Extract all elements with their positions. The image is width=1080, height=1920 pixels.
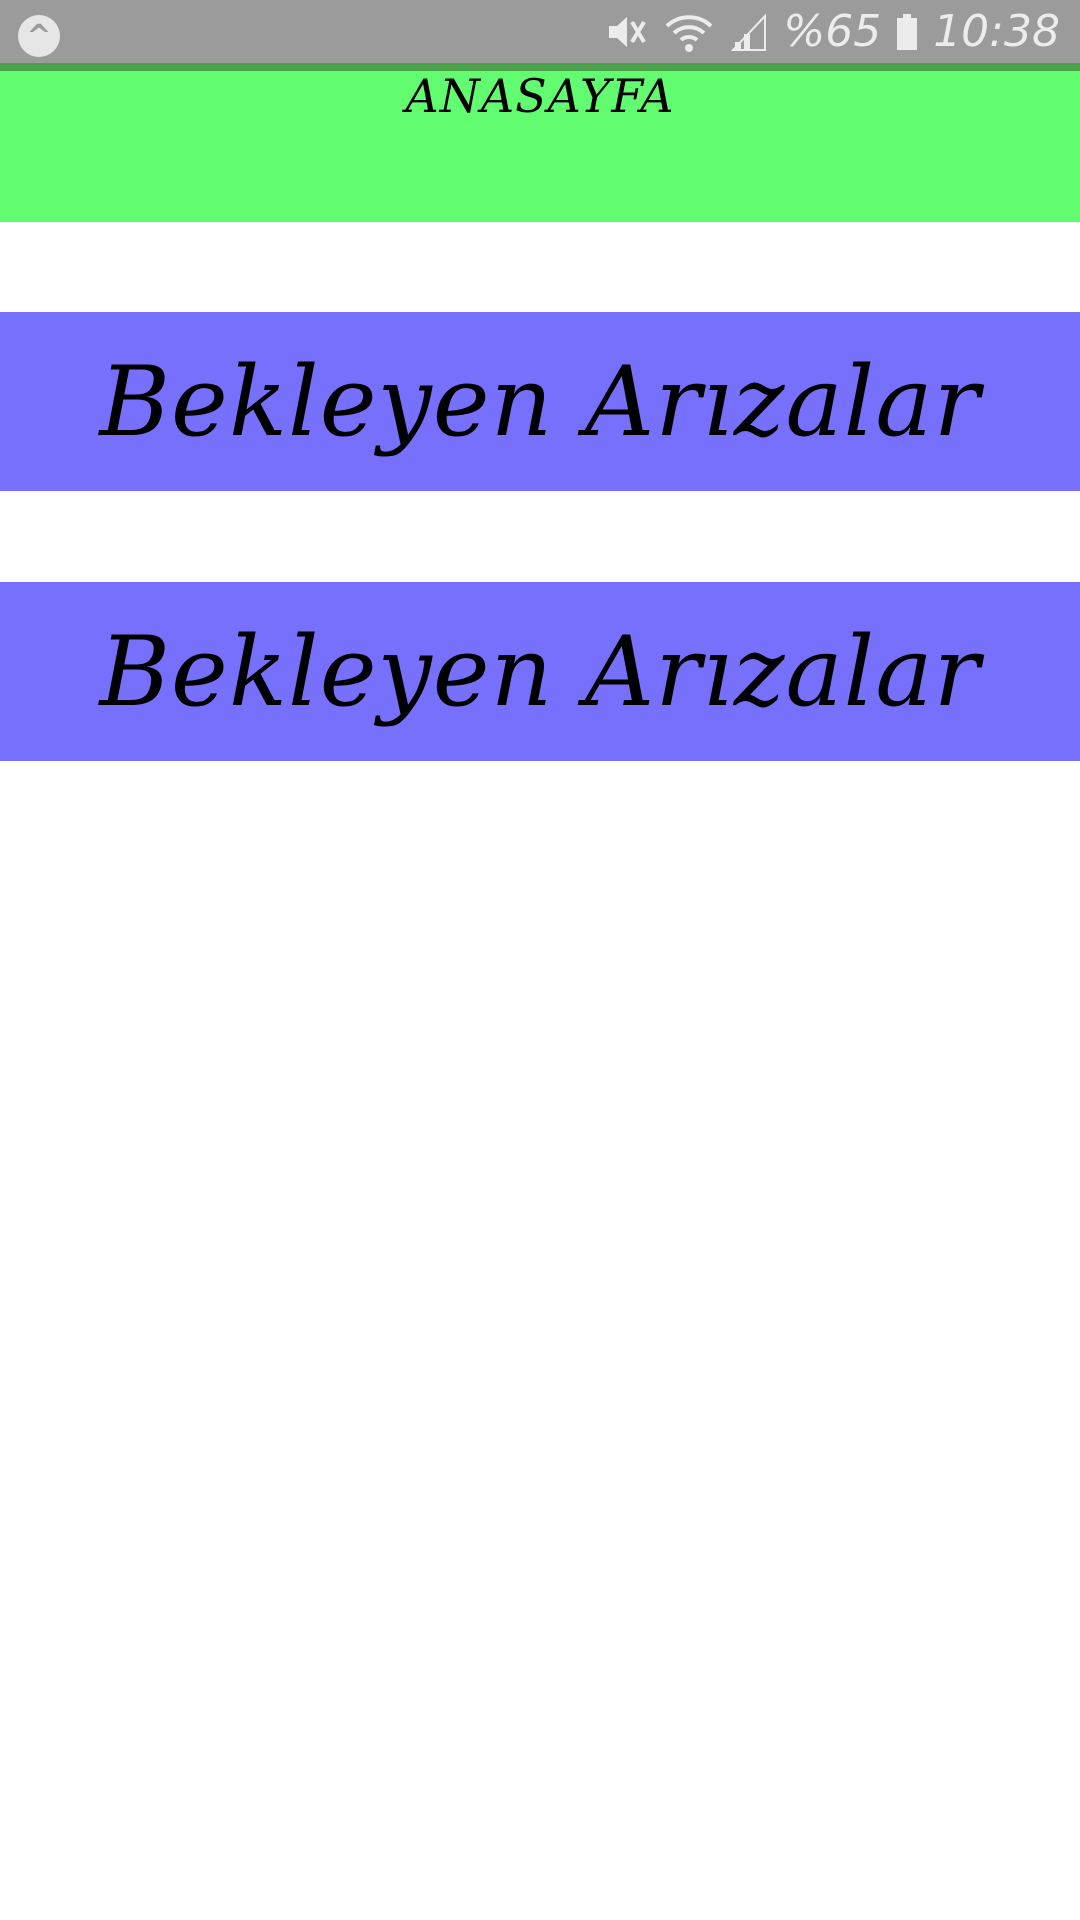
wifi-icon (666, 14, 713, 52)
notification-app-icon: ^ (18, 15, 60, 57)
status-icons: %65 10:38 (605, 0, 1060, 63)
pending-faults-button-label: Bekleyen Arızalar (99, 345, 981, 458)
app-header: ANASAYFA (0, 71, 1080, 222)
pending-faults-button-2[interactable]: Bekleyen Arızalar (0, 582, 1080, 761)
battery-icon (897, 13, 918, 50)
signal-icon (731, 12, 767, 51)
pending-faults-button-2-label: Bekleyen Arızalar (99, 615, 981, 728)
status-bar: ^ %65 10:38 (0, 0, 1080, 63)
pending-faults-button[interactable]: Bekleyen Arızalar (0, 312, 1080, 491)
mute-icon (609, 16, 647, 47)
clock: 10:38 (933, 6, 1060, 57)
battery-percentage: %65 (783, 6, 882, 57)
page-title: ANASAYFA (405, 69, 675, 123)
